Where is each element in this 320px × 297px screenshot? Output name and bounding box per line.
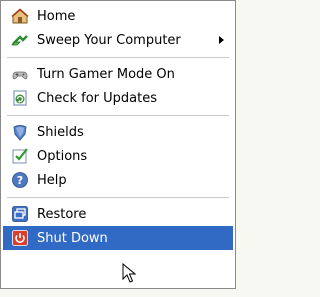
menu-item-label: Shields	[37, 124, 84, 140]
menu-item-restore[interactable]: Restore	[3, 202, 233, 226]
submenu-arrow-icon	[219, 36, 224, 44]
gamepad-icon	[11, 65, 29, 83]
options-icon	[11, 147, 29, 165]
menu-separator	[7, 115, 229, 116]
sweep-icon	[11, 31, 29, 49]
menu-item-turn-gamer-mode-on[interactable]: Turn Gamer Mode On	[3, 62, 233, 86]
update-icon	[11, 89, 29, 107]
menu-separator	[7, 197, 229, 198]
help-icon: ?	[11, 171, 29, 189]
menu-item-shut-down[interactable]: Shut Down	[3, 226, 233, 250]
menu-item-options[interactable]: Options	[3, 144, 233, 168]
menu-item-label: Check for Updates	[37, 90, 157, 106]
menu-item-shields[interactable]: Shields	[3, 120, 233, 144]
menu-item-label: Restore	[37, 206, 87, 222]
menu-item-home[interactable]: Home	[3, 4, 233, 28]
home-icon	[11, 7, 29, 25]
menu-item-label: Options	[37, 148, 88, 164]
context-menu: Home Sweep Your Computer Turn Gamer Mode…	[0, 0, 236, 289]
menu-item-check-for-updates[interactable]: Check for Updates	[3, 86, 233, 110]
menu-separator	[7, 57, 229, 58]
menu-item-sweep-your-computer[interactable]: Sweep Your Computer	[3, 28, 233, 52]
menu-item-label: Shut Down	[37, 230, 108, 246]
menu-item-label: Help	[37, 172, 67, 188]
menu-item-label: Turn Gamer Mode On	[37, 66, 175, 82]
menu-item-label: Home	[37, 8, 76, 24]
svg-text:?: ?	[17, 174, 23, 187]
menu-item-label: Sweep Your Computer	[37, 32, 181, 48]
restore-icon	[11, 205, 29, 223]
shield-icon	[11, 123, 29, 141]
menu-item-help[interactable]: ? Help	[3, 168, 233, 192]
shutdown-icon	[11, 229, 29, 247]
